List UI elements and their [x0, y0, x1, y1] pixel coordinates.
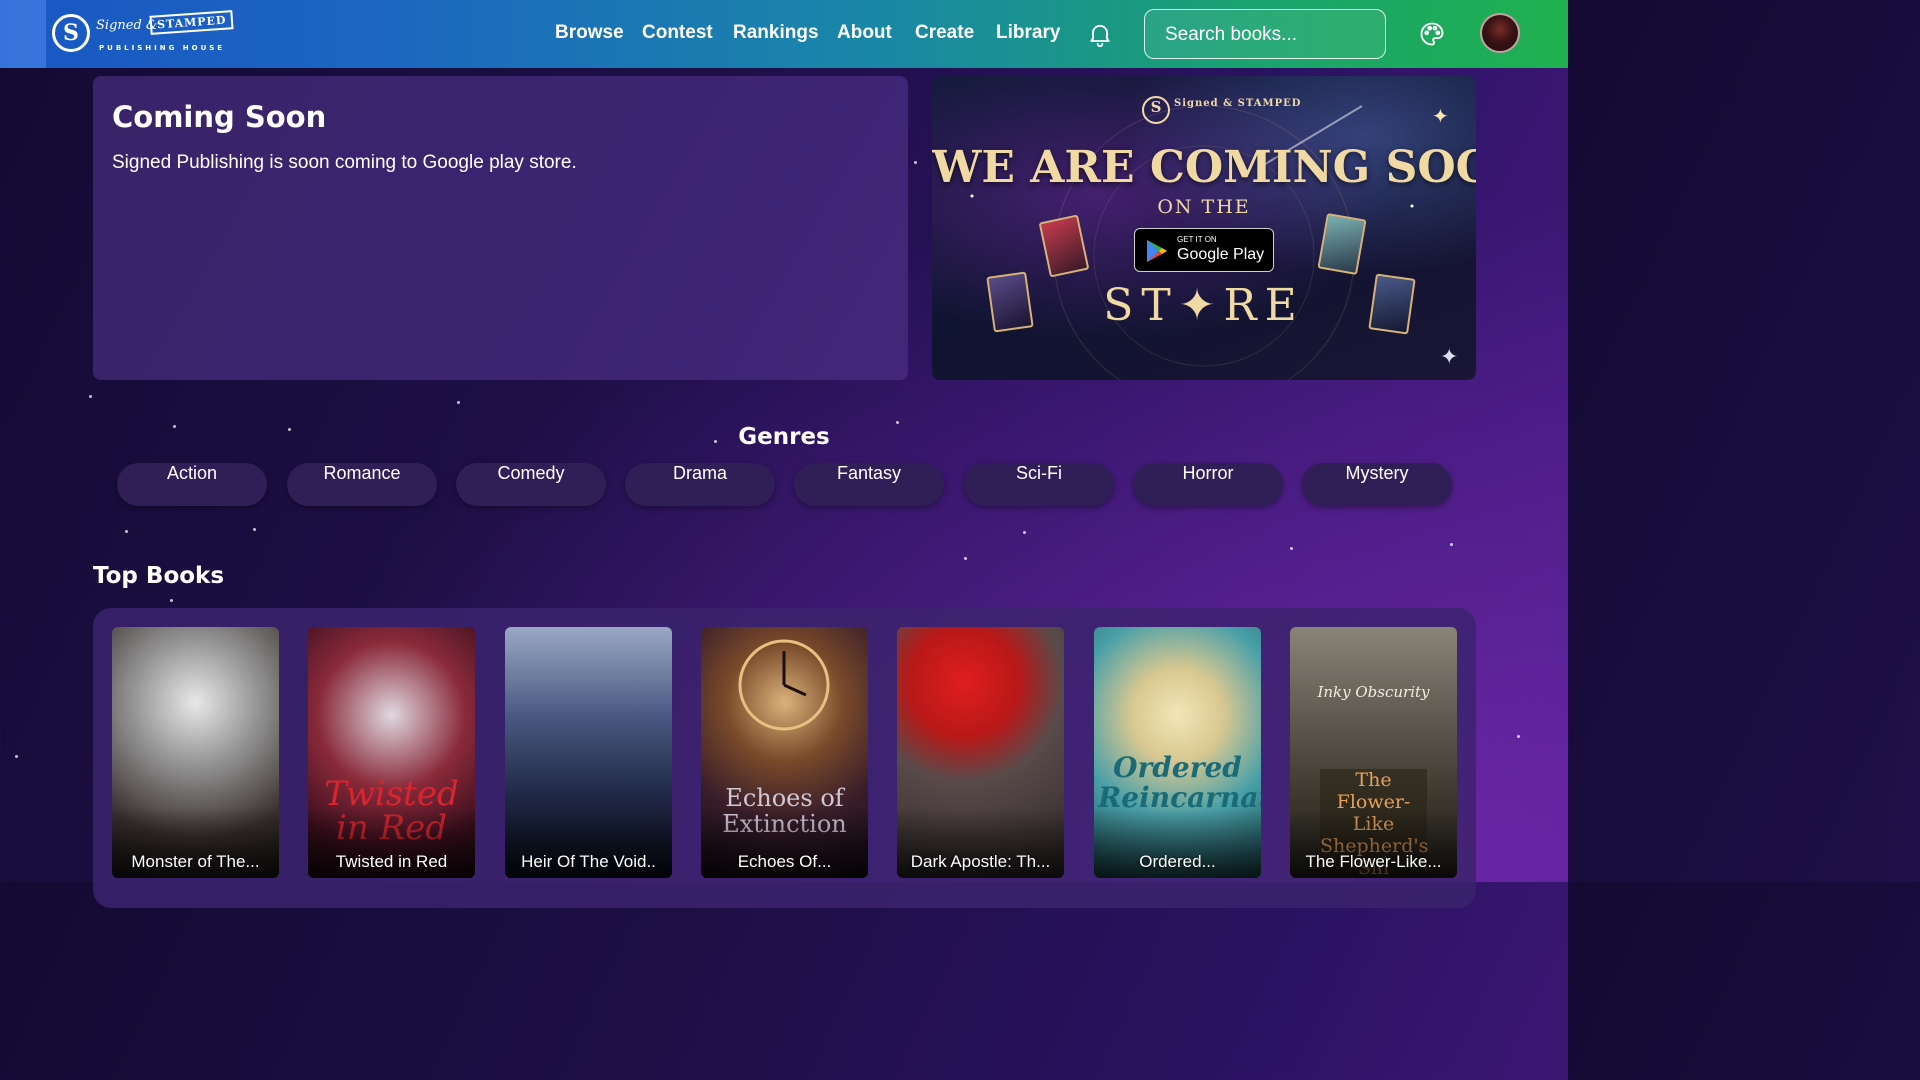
book-title: Ordered... [1139, 852, 1216, 871]
nav-contest[interactable]: Contest [642, 22, 713, 44]
star [964, 557, 967, 560]
google-play-badge[interactable]: GET IT ON Google Play [1134, 228, 1274, 272]
nav-about[interactable]: About [837, 22, 892, 44]
book-card[interactable]: Echoes of Extinction Echoes Of... [701, 627, 868, 878]
genre-sci-fi[interactable]: Sci-Fi [964, 463, 1114, 506]
logo-edge [0, 0, 46, 68]
announcement-card: Coming Soon Signed Publishing is soon co… [93, 76, 908, 380]
book-card[interactable]: Ordered Reincarnation Ordered... [1094, 627, 1261, 878]
book-card[interactable]: Inky Obscurity The Flower-Like Shepherd'… [1290, 627, 1457, 878]
sparkle-icon: ✦ [1432, 106, 1449, 128]
cover-title-art: Ordered Reincarnation [1098, 751, 1261, 814]
star [15, 755, 18, 758]
announcement-title: Coming Soon [112, 100, 327, 134]
star [253, 528, 256, 531]
clock-icon [738, 639, 830, 731]
logo-script: Signed & [96, 18, 158, 33]
book-card[interactable]: Dark Apostle: Th... [897, 627, 1064, 878]
star [89, 395, 92, 398]
book-title: Echoes Of... [737, 852, 832, 871]
book-title: Heir Of The Void.. [521, 852, 656, 871]
book-card[interactable]: Heir Of The Void.. [505, 627, 672, 878]
banner-logo-mark: S [1142, 96, 1170, 124]
google-play-icon [1147, 240, 1167, 262]
star [170, 599, 173, 602]
banner-on-the: ON THE [1157, 196, 1251, 218]
book-title: Twisted in Red [335, 852, 448, 871]
palette-icon[interactable] [1418, 20, 1446, 48]
badge-big-text: Google Play [1177, 246, 1265, 263]
bell-icon[interactable] [1086, 20, 1114, 48]
book-title: Monster of The... [131, 852, 260, 871]
banner-book-thumbnail [986, 271, 1034, 333]
banner-logo-text: Signed & STAMPED [1174, 98, 1302, 109]
star [457, 401, 460, 404]
book-card[interactable]: Twisted in Red Twisted in Red [308, 627, 475, 878]
genre-drama[interactable]: Drama [625, 463, 775, 506]
top-books-heading: Top Books [93, 563, 225, 589]
user-avatar[interactable] [1480, 13, 1520, 53]
genre-mystery[interactable]: Mystery [1302, 463, 1452, 506]
banner-headline: WE ARE COMING SOON [932, 142, 1476, 193]
genres-heading: Genres [738, 424, 830, 450]
genre-romance[interactable]: Romance [287, 463, 437, 506]
top-navigation-bar: S Signed & STAMPED PUBLISHING HOUSE Brow… [0, 0, 1568, 68]
banner-book-thumbnail [1368, 273, 1416, 335]
logo-script-text: Signed [96, 18, 142, 33]
coming-soon-banner[interactable]: S Signed & STAMPED WE ARE COMING SOON ON… [932, 76, 1476, 380]
nav-rankings[interactable]: Rankings [733, 22, 819, 44]
book-title: Dark Apostle: Th... [910, 852, 1051, 871]
genre-horror[interactable]: Horror [1133, 463, 1283, 506]
star [914, 161, 917, 164]
nav-browse[interactable]: Browse [555, 22, 624, 44]
star [1023, 531, 1026, 534]
logo-mark: S [52, 14, 90, 52]
logo-stamp: STAMPED [149, 10, 234, 35]
star [1290, 547, 1293, 550]
logo-subtitle: PUBLISHING HOUSE [99, 44, 226, 52]
genre-fantasy[interactable]: Fantasy [794, 463, 944, 506]
search-box[interactable] [1144, 9, 1386, 59]
star [1450, 543, 1453, 546]
badge-small-text: GET IT ON [1177, 235, 1217, 244]
book-title: The Flower-Like... [1305, 852, 1442, 871]
nav-create[interactable]: Create [915, 22, 974, 44]
book-card[interactable]: Monster of The... [112, 627, 279, 878]
search-input[interactable] [1163, 22, 1377, 48]
star [125, 530, 128, 533]
announcement-text: Signed Publishing is soon coming to Goog… [112, 152, 577, 173]
star [1517, 735, 1520, 738]
sparkle-icon: ✦ [1440, 344, 1459, 369]
genre-action[interactable]: Action [117, 463, 267, 506]
site-logo[interactable]: S Signed & STAMPED PUBLISHING HOUSE [0, 0, 234, 68]
cover-top-text: Inky Obscurity [1317, 683, 1430, 701]
genre-comedy[interactable]: Comedy [456, 463, 606, 506]
nav-library[interactable]: Library [996, 22, 1060, 44]
